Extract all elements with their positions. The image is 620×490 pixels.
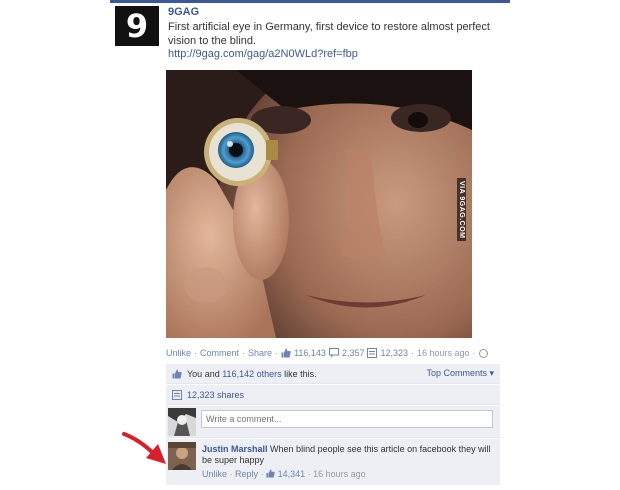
photo-watermark: VIA 9GAG.COM <box>457 178 466 242</box>
likes-summary: You and 116,142 others like this. <box>187 368 317 379</box>
post-time[interactable]: 16 hours ago <box>417 348 470 358</box>
facebook-post: 9 9GAG First artificial eye in Germany, … <box>110 0 510 490</box>
top-bar <box>110 0 510 3</box>
post-photo[interactable]: VIA 9GAG.COM <box>166 70 472 338</box>
thumbs-up-icon <box>281 348 291 358</box>
red-arrow-annotation <box>122 432 166 464</box>
page-name-link[interactable]: 9GAG <box>168 6 199 18</box>
comment-time[interactable]: 16 hours ago <box>313 469 366 479</box>
comment-link[interactable]: Comment <box>200 348 239 358</box>
post-actions: Unlike · Comment · Share · 116,143 2,357… <box>166 348 488 358</box>
share-link[interactable]: Share <box>248 348 272 358</box>
post-link[interactable]: http://9gag.com/gag/a2N0WLd?ref=fbp <box>168 48 358 60</box>
logo-glyph: 9 <box>125 7 149 45</box>
write-comment-row: Write a comment... <box>166 406 500 438</box>
9gag-logo[interactable]: 9 <box>115 6 159 46</box>
comment-count[interactable]: 2,357 <box>342 348 365 358</box>
comment-meta: Unlike · Reply · 14,341 · 16 hours ago <box>202 469 366 479</box>
post-text: First artificial eye in Germany, first d… <box>168 21 490 47</box>
comment-author-link[interactable]: Justin Marshall <box>202 444 268 454</box>
share-count[interactable]: 12,323 <box>380 348 408 358</box>
share-icon <box>367 348 378 358</box>
thumbs-up-icon <box>266 469 275 478</box>
shares-row[interactable]: 12,323 shares <box>166 385 500 405</box>
comment-item: Justin Marshall When blind people see th… <box>166 439 500 485</box>
comment-body: Justin Marshall When blind people see th… <box>202 444 492 466</box>
comment-input[interactable]: Write a comment... <box>201 410 493 428</box>
thumbs-up-icon <box>172 369 182 378</box>
likes-you: You <box>187 368 203 379</box>
photo-illustration <box>166 70 472 338</box>
comment-reply-link[interactable]: Reply <box>235 469 258 479</box>
globe-icon <box>478 348 488 358</box>
comment-like-count[interactable]: 14,341 <box>278 469 306 479</box>
like-count[interactable]: 116,143 <box>294 348 326 358</box>
comment-unlike-link[interactable]: Unlike <box>202 469 227 479</box>
likes-row: You and 116,142 others like this. Top Co… <box>166 364 500 384</box>
shares-count-link[interactable]: 12,323 shares <box>187 390 244 400</box>
unlike-link[interactable]: Unlike <box>166 348 191 358</box>
top-comments-dropdown[interactable]: Top Comments ▾ <box>426 368 494 379</box>
share-icon <box>172 389 182 400</box>
comment-bubble-icon <box>328 348 339 358</box>
likes-others-link[interactable]: 116,142 others <box>222 369 281 379</box>
